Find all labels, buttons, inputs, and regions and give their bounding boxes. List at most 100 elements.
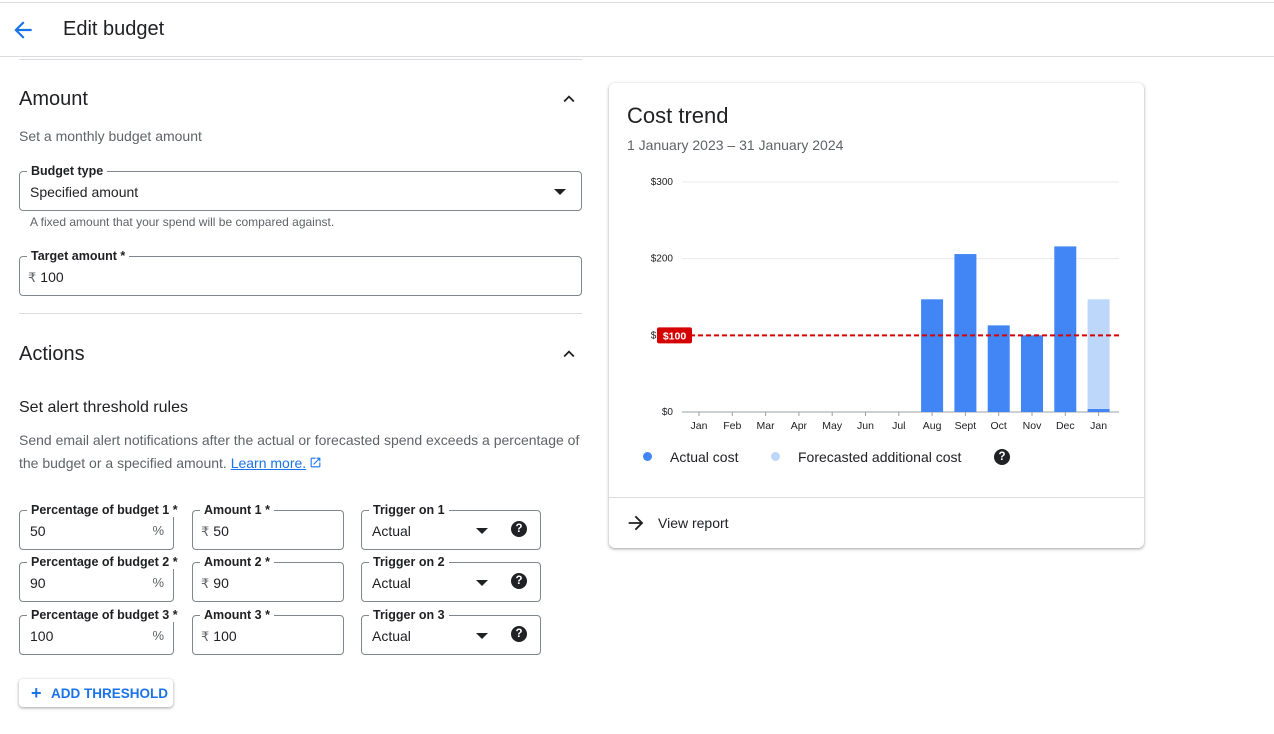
help-icon[interactable]: ? (511, 573, 527, 589)
trigger-select-3[interactable]: Trigger on 3 Actual ? (361, 608, 541, 655)
x-tick-label: Nov (1023, 420, 1042, 432)
trigger-value: Actual (372, 628, 411, 644)
alert-rules-title: Set alert threshold rules (19, 399, 188, 416)
dropdown-arrow-icon (476, 580, 488, 586)
rupee-symbol: ₹ (201, 524, 210, 539)
dropdown-arrow-icon (554, 189, 566, 195)
actual-cost-bar (954, 254, 977, 412)
x-tick-label: Dec (1056, 420, 1075, 432)
y-tick-label: $300 (651, 177, 674, 188)
threshold-amount-field-1[interactable]: Amount 1 * ₹50 (192, 503, 344, 550)
actual-cost-bar (1087, 408, 1110, 412)
threshold-percent-field-1[interactable]: Percentage of budget 1 * 50 % (19, 503, 182, 550)
open-in-new-icon (310, 457, 321, 467)
threshold-amount-value: 90 (213, 575, 229, 591)
add-threshold-button[interactable]: + ADD THRESHOLD (19, 679, 173, 707)
legend-actual-dot (643, 452, 652, 461)
target-amount-value: 100 (40, 269, 64, 285)
collapse-amount-button[interactable] (558, 88, 580, 110)
trigger-label: Trigger on 3 (369, 608, 449, 622)
legend-forecast-label: Forecasted additional cost (798, 449, 962, 465)
forecast-cost-bar (1087, 299, 1110, 409)
actual-cost-bar (921, 299, 944, 412)
page-title: Edit budget (63, 18, 165, 40)
threshold-percent-field-2[interactable]: Percentage of budget 2 * 90 % (19, 555, 182, 602)
actual-cost-bar (1021, 335, 1043, 412)
trigger-value: Actual (372, 575, 411, 591)
threshold-amount-value: 50 (213, 523, 229, 539)
threshold-amount-label: Amount 1 * (200, 503, 274, 517)
help-icon[interactable]: ? (994, 449, 1010, 465)
trigger-select-1[interactable]: Trigger on 1 Actual ? (361, 503, 541, 550)
target-amount-label: Target amount * (27, 249, 130, 263)
x-tick-label: Jan (1090, 420, 1107, 432)
x-tick-label: Jun (857, 420, 874, 432)
trigger-label: Trigger on 1 (369, 503, 449, 517)
legend-actual-label: Actual cost (670, 449, 739, 465)
threshold-amount-field-3[interactable]: Amount 3 * ₹100 (192, 608, 344, 655)
target-amount-field[interactable]: Target amount * ₹100 (19, 249, 582, 296)
percent-suffix: % (152, 628, 164, 643)
threshold-percent-value: 90 (30, 575, 46, 591)
y-tick-label: $0 (662, 407, 674, 418)
threshold-percent-label: Percentage of budget 2 * (27, 555, 182, 569)
threshold-amount-field-2[interactable]: Amount 2 * ₹90 (192, 555, 344, 602)
view-report-label: View report (658, 515, 729, 531)
card-divider (609, 497, 1144, 498)
section-divider (19, 59, 582, 60)
legend-forecast-dot (771, 452, 780, 461)
trigger-select-2[interactable]: Trigger on 2 Actual ? (361, 555, 541, 602)
rupee-symbol: ₹ (28, 270, 37, 285)
chevron-up-icon (563, 95, 575, 103)
add-threshold-label: ADD THRESHOLD (51, 686, 168, 701)
trigger-value: Actual (372, 523, 411, 539)
percent-suffix: % (152, 575, 164, 590)
budget-type-label: Budget type (27, 164, 108, 178)
cost-trend-chart: $0 $100 $200 $300 Jan Feb Mar Apr May Jun Jul Aug Se… (651, 177, 1119, 432)
rupee-symbol: ₹ (201, 576, 210, 591)
amount-subtitle: Set a monthly budget amount (19, 128, 202, 144)
help-icon[interactable]: ? (511, 521, 527, 537)
budget-type-select[interactable]: Budget type Specified amount (19, 164, 582, 211)
cost-trend-card: Cost trend 1 January 2023 – 31 January 2… (609, 83, 1144, 548)
threshold-percent-label: Percentage of budget 3 * (27, 608, 182, 622)
x-tick-label: Oct (991, 420, 1007, 432)
section-divider (19, 313, 582, 314)
y-tick-label: $200 (651, 254, 674, 265)
actual-cost-bar (987, 325, 1010, 412)
page-header: Edit budget (0, 3, 1274, 57)
budget-type-helper: A fixed amount that your spend will be c… (30, 215, 335, 229)
x-tick-label: Jan (691, 420, 708, 432)
view-report-link[interactable]: View report (625, 511, 755, 535)
rupee-symbol: ₹ (201, 629, 210, 644)
x-tick-label: Jul (892, 420, 905, 432)
arrow-back-icon (14, 21, 32, 39)
help-icon[interactable]: ? (511, 626, 527, 642)
threshold-percent-value: 50 (30, 523, 46, 539)
arrow-forward-icon (628, 515, 644, 531)
chevron-up-icon (563, 350, 575, 358)
back-button[interactable] (10, 17, 36, 43)
threshold-percent-field-3[interactable]: Percentage of budget 3 * 100 % (19, 608, 182, 655)
x-tick-label: Feb (723, 420, 741, 432)
alert-rules-description: Send email alert notifications after the… (19, 429, 589, 474)
amount-section-title: Amount (19, 88, 88, 110)
threshold-percent-value: 100 (30, 628, 54, 644)
actions-section-title: Actions (19, 343, 85, 365)
budget-line-label: $100 (663, 330, 687, 342)
x-tick-label: May (822, 420, 843, 432)
x-tick-label: Mar (757, 420, 776, 432)
x-tick-label: Aug (923, 420, 942, 432)
trigger-label: Trigger on 2 (369, 555, 449, 569)
threshold-amount-label: Amount 2 * (200, 555, 274, 569)
dropdown-arrow-icon (476, 528, 488, 534)
x-tick-label: Sept (955, 420, 977, 432)
learn-more-link[interactable]: Learn more. (231, 455, 306, 471)
threshold-amount-label: Amount 3 * (200, 608, 274, 622)
collapse-actions-button[interactable] (558, 343, 580, 365)
dropdown-arrow-icon (476, 633, 488, 639)
plus-icon: + (31, 683, 42, 703)
actual-cost-bar (1054, 246, 1077, 412)
threshold-percent-label: Percentage of budget 1 * (27, 503, 182, 517)
percent-suffix: % (152, 523, 164, 538)
